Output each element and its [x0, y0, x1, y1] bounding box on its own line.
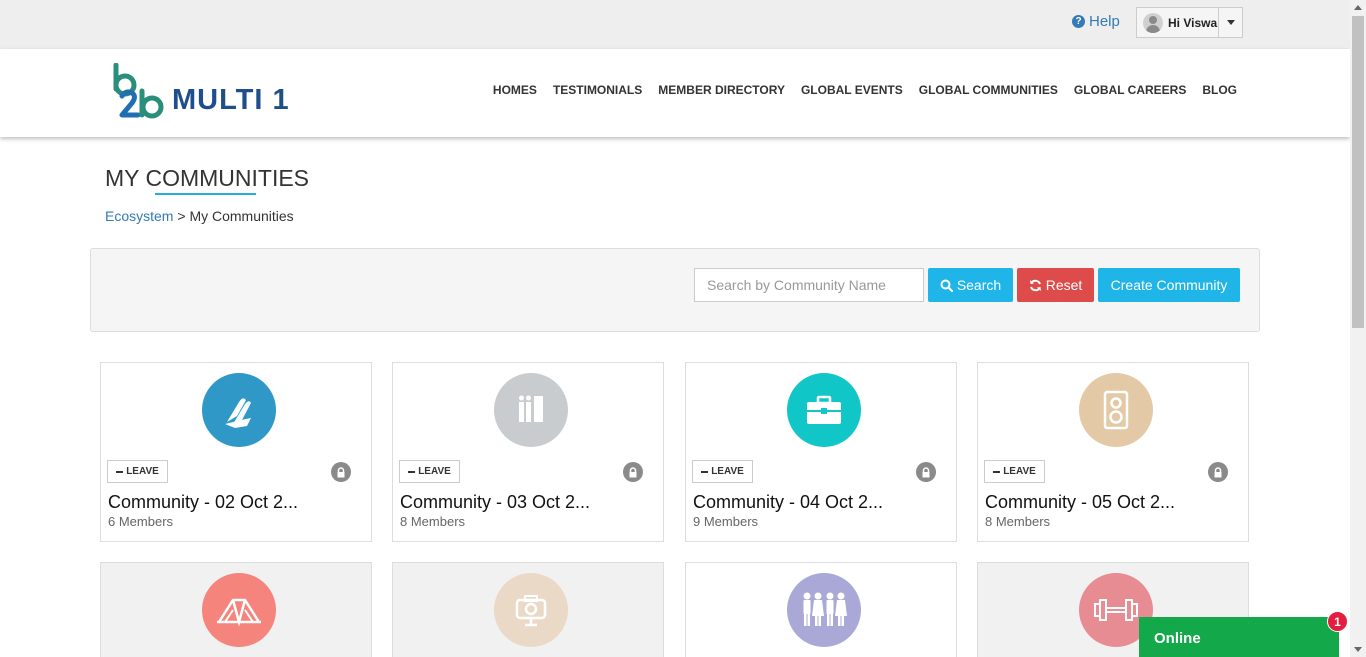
page-title: MY COMMUNITIES [105, 165, 310, 191]
community-title[interactable]: Community - 05 Oct 2... [985, 492, 1175, 513]
create-community-button[interactable]: Create Community [1098, 268, 1240, 302]
community-members: 9 Members [693, 514, 759, 529]
scroll-down-arrow-icon[interactable] [1354, 647, 1362, 652]
breadcrumb-current: My Communities [189, 208, 294, 224]
nav-global-communities[interactable]: GLOBAL COMMUNITIES [919, 83, 1058, 97]
community-title[interactable]: Community - 02 Oct 2... [108, 492, 298, 513]
chat-status-label: Online [1154, 630, 1201, 647]
breadcrumb-ecosystem-link[interactable]: Ecosystem [105, 208, 173, 224]
help-label: Help [1089, 13, 1120, 30]
user-greeting: Hi Viswa [1168, 15, 1218, 30]
community-card[interactable] [392, 562, 664, 657]
user-menu-button[interactable]: Hi Viswa [1136, 7, 1243, 38]
scrollbar-thumb[interactable] [1352, 16, 1364, 328]
lock-icon [623, 462, 643, 482]
reset-button[interactable]: Reset [1017, 268, 1094, 302]
reset-button-label: Reset [1045, 277, 1083, 293]
search-button-label: Search [956, 277, 1002, 293]
nav-global-events[interactable]: GLOBAL EVENTS [801, 83, 903, 97]
minus-icon [408, 470, 416, 473]
title-underline [155, 193, 256, 195]
lock-icon [1208, 462, 1228, 482]
breadcrumb-separator: > [173, 208, 190, 224]
lock-icon [916, 462, 936, 482]
user-avatar-icon [1143, 12, 1163, 33]
refresh-icon [1029, 279, 1041, 291]
speaker-icon [1079, 373, 1153, 447]
nav-homes[interactable]: HOMES [493, 83, 537, 97]
community-card[interactable] [100, 562, 372, 657]
main-header: MULTI 1 HOMES TESTIMONIALS MEMBER DIRECT… [0, 49, 1350, 137]
scroll-up-arrow-icon[interactable] [1354, 5, 1362, 10]
community-members: 8 Members [400, 514, 466, 529]
leave-label: LEAVE [711, 466, 744, 477]
leave-label: LEAVE [1003, 466, 1036, 477]
community-title[interactable]: Community - 03 Oct 2... [400, 492, 590, 513]
briefcase-icon [787, 373, 861, 447]
community-card[interactable]: LEAVE Community - 05 Oct 2... 8 Members [977, 362, 1249, 542]
community-card[interactable]: LEAVE Community - 02 Oct 2... 6 Members [100, 362, 372, 542]
leave-button[interactable]: LEAVE [984, 460, 1045, 483]
leave-label: LEAVE [418, 466, 451, 477]
tent-icon [202, 573, 276, 647]
logo-text: MULTI 1 [172, 84, 290, 116]
question-circle-icon: ? [1072, 15, 1085, 28]
projector-camera-icon [494, 573, 568, 647]
filter-panel: Search Reset Create Community [90, 248, 1260, 332]
lock-icon [331, 462, 351, 482]
search-button[interactable]: Search [928, 268, 1013, 302]
user-menu-caret[interactable] [1218, 8, 1242, 37]
community-search-input[interactable] [694, 268, 924, 302]
b2b-logo-mark-icon [113, 63, 164, 119]
community-card[interactable] [685, 562, 957, 657]
library-books-icon [494, 373, 568, 447]
site-logo[interactable]: MULTI 1 [112, 63, 290, 119]
group-people-icon [787, 573, 861, 647]
minus-icon [116, 470, 124, 473]
breadcrumb: Ecosystem > My Communities [105, 208, 294, 224]
community-members: 8 Members [985, 514, 1051, 529]
nav-testimonials[interactable]: TESTIMONIALS [553, 83, 642, 97]
minus-icon [993, 470, 1001, 473]
nav-blog[interactable]: BLOG [1202, 83, 1237, 97]
leave-button[interactable]: LEAVE [107, 460, 168, 483]
help-link[interactable]: ? Help [1072, 13, 1120, 30]
chat-notification-badge: 1 [1327, 611, 1348, 632]
community-card[interactable]: LEAVE Community - 03 Oct 2... 8 Members [392, 362, 664, 542]
leave-label: LEAVE [126, 466, 159, 477]
main-nav: HOMES TESTIMONIALS MEMBER DIRECTORY GLOB… [493, 83, 1237, 97]
community-members: 6 Members [108, 514, 174, 529]
search-icon [940, 279, 953, 292]
online-chat-widget[interactable]: Online [1139, 617, 1339, 657]
minus-icon [701, 470, 709, 473]
caret-down-icon [1226, 20, 1235, 25]
community-card[interactable]: LEAVE Community - 04 Oct 2... 9 Members [685, 362, 957, 542]
community-title[interactable]: Community - 04 Oct 2... [693, 492, 883, 513]
nav-global-careers[interactable]: GLOBAL CAREERS [1074, 83, 1186, 97]
nav-member-directory[interactable]: MEMBER DIRECTORY [658, 83, 785, 97]
praying-hands-icon [202, 373, 276, 447]
top-utility-bar: ? Help Hi Viswa [0, 0, 1350, 49]
leave-button[interactable]: LEAVE [399, 460, 460, 483]
leave-button[interactable]: LEAVE [692, 460, 753, 483]
